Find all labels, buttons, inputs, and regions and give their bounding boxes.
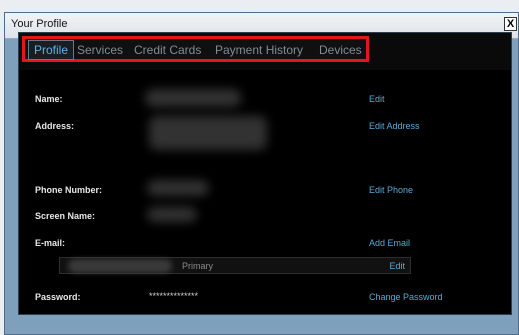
primary-email-tag: Primary	[182, 261, 213, 271]
address-label: Address:	[35, 121, 75, 131]
tab-devices[interactable]: Devices	[319, 43, 362, 57]
email-value-redacted	[68, 259, 172, 273]
tab-list: Profile Services Credit Cards Payment Hi…	[22, 36, 369, 62]
tab-profile[interactable]: Profile	[28, 40, 75, 60]
edit-name-link[interactable]: Edit	[369, 94, 385, 104]
add-email-link[interactable]: Add Email	[369, 238, 410, 248]
edit-email-link[interactable]: Edit	[389, 261, 405, 271]
edit-phone-link[interactable]: Edit Phone	[369, 185, 413, 195]
profile-panel: Name: Edit Address: Edit Address Phone N…	[18, 70, 512, 315]
edit-address-link[interactable]: Edit Address	[369, 121, 420, 131]
password-value: **************	[149, 291, 199, 301]
close-button[interactable]: X	[504, 17, 517, 31]
window-title: Your Profile	[11, 18, 68, 30]
screen-name-value-redacted	[147, 207, 197, 222]
address-value-redacted	[149, 116, 267, 150]
screen-name-label: Screen Name:	[35, 211, 96, 221]
tab-credit-cards[interactable]: Credit Cards	[134, 43, 201, 57]
name-value-redacted	[145, 89, 241, 107]
tab-services[interactable]: Services	[77, 43, 123, 57]
email-row: Primary Edit	[59, 257, 411, 274]
password-label: Password:	[35, 292, 81, 302]
tab-payment-history[interactable]: Payment History	[215, 43, 303, 57]
name-label: Name:	[35, 94, 63, 104]
phone-label: Phone Number:	[35, 185, 103, 195]
change-password-link[interactable]: Change Password	[369, 292, 443, 302]
email-label: E-mail:	[35, 238, 66, 248]
phone-value-redacted	[147, 180, 209, 196]
